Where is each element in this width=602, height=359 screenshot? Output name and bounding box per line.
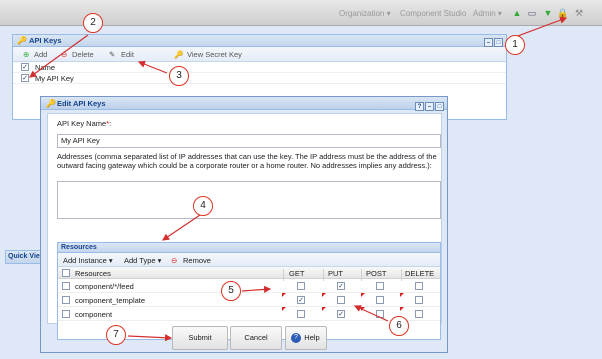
- arrow-3: [137, 60, 168, 74]
- callout-2: 2: [83, 13, 103, 33]
- arrow-2: [29, 34, 89, 78]
- callout-6: 6: [389, 316, 409, 336]
- callout-1: 1: [505, 35, 525, 55]
- callout-3: 3: [169, 66, 189, 86]
- callout-7: 7: [106, 325, 126, 345]
- arrow-5: [241, 285, 272, 294]
- callout-4: 4: [193, 196, 213, 216]
- callout-5: 5: [221, 281, 241, 301]
- arrow-6: [353, 305, 389, 322]
- arrow-4: [162, 214, 201, 241]
- arrow-7: [127, 334, 173, 342]
